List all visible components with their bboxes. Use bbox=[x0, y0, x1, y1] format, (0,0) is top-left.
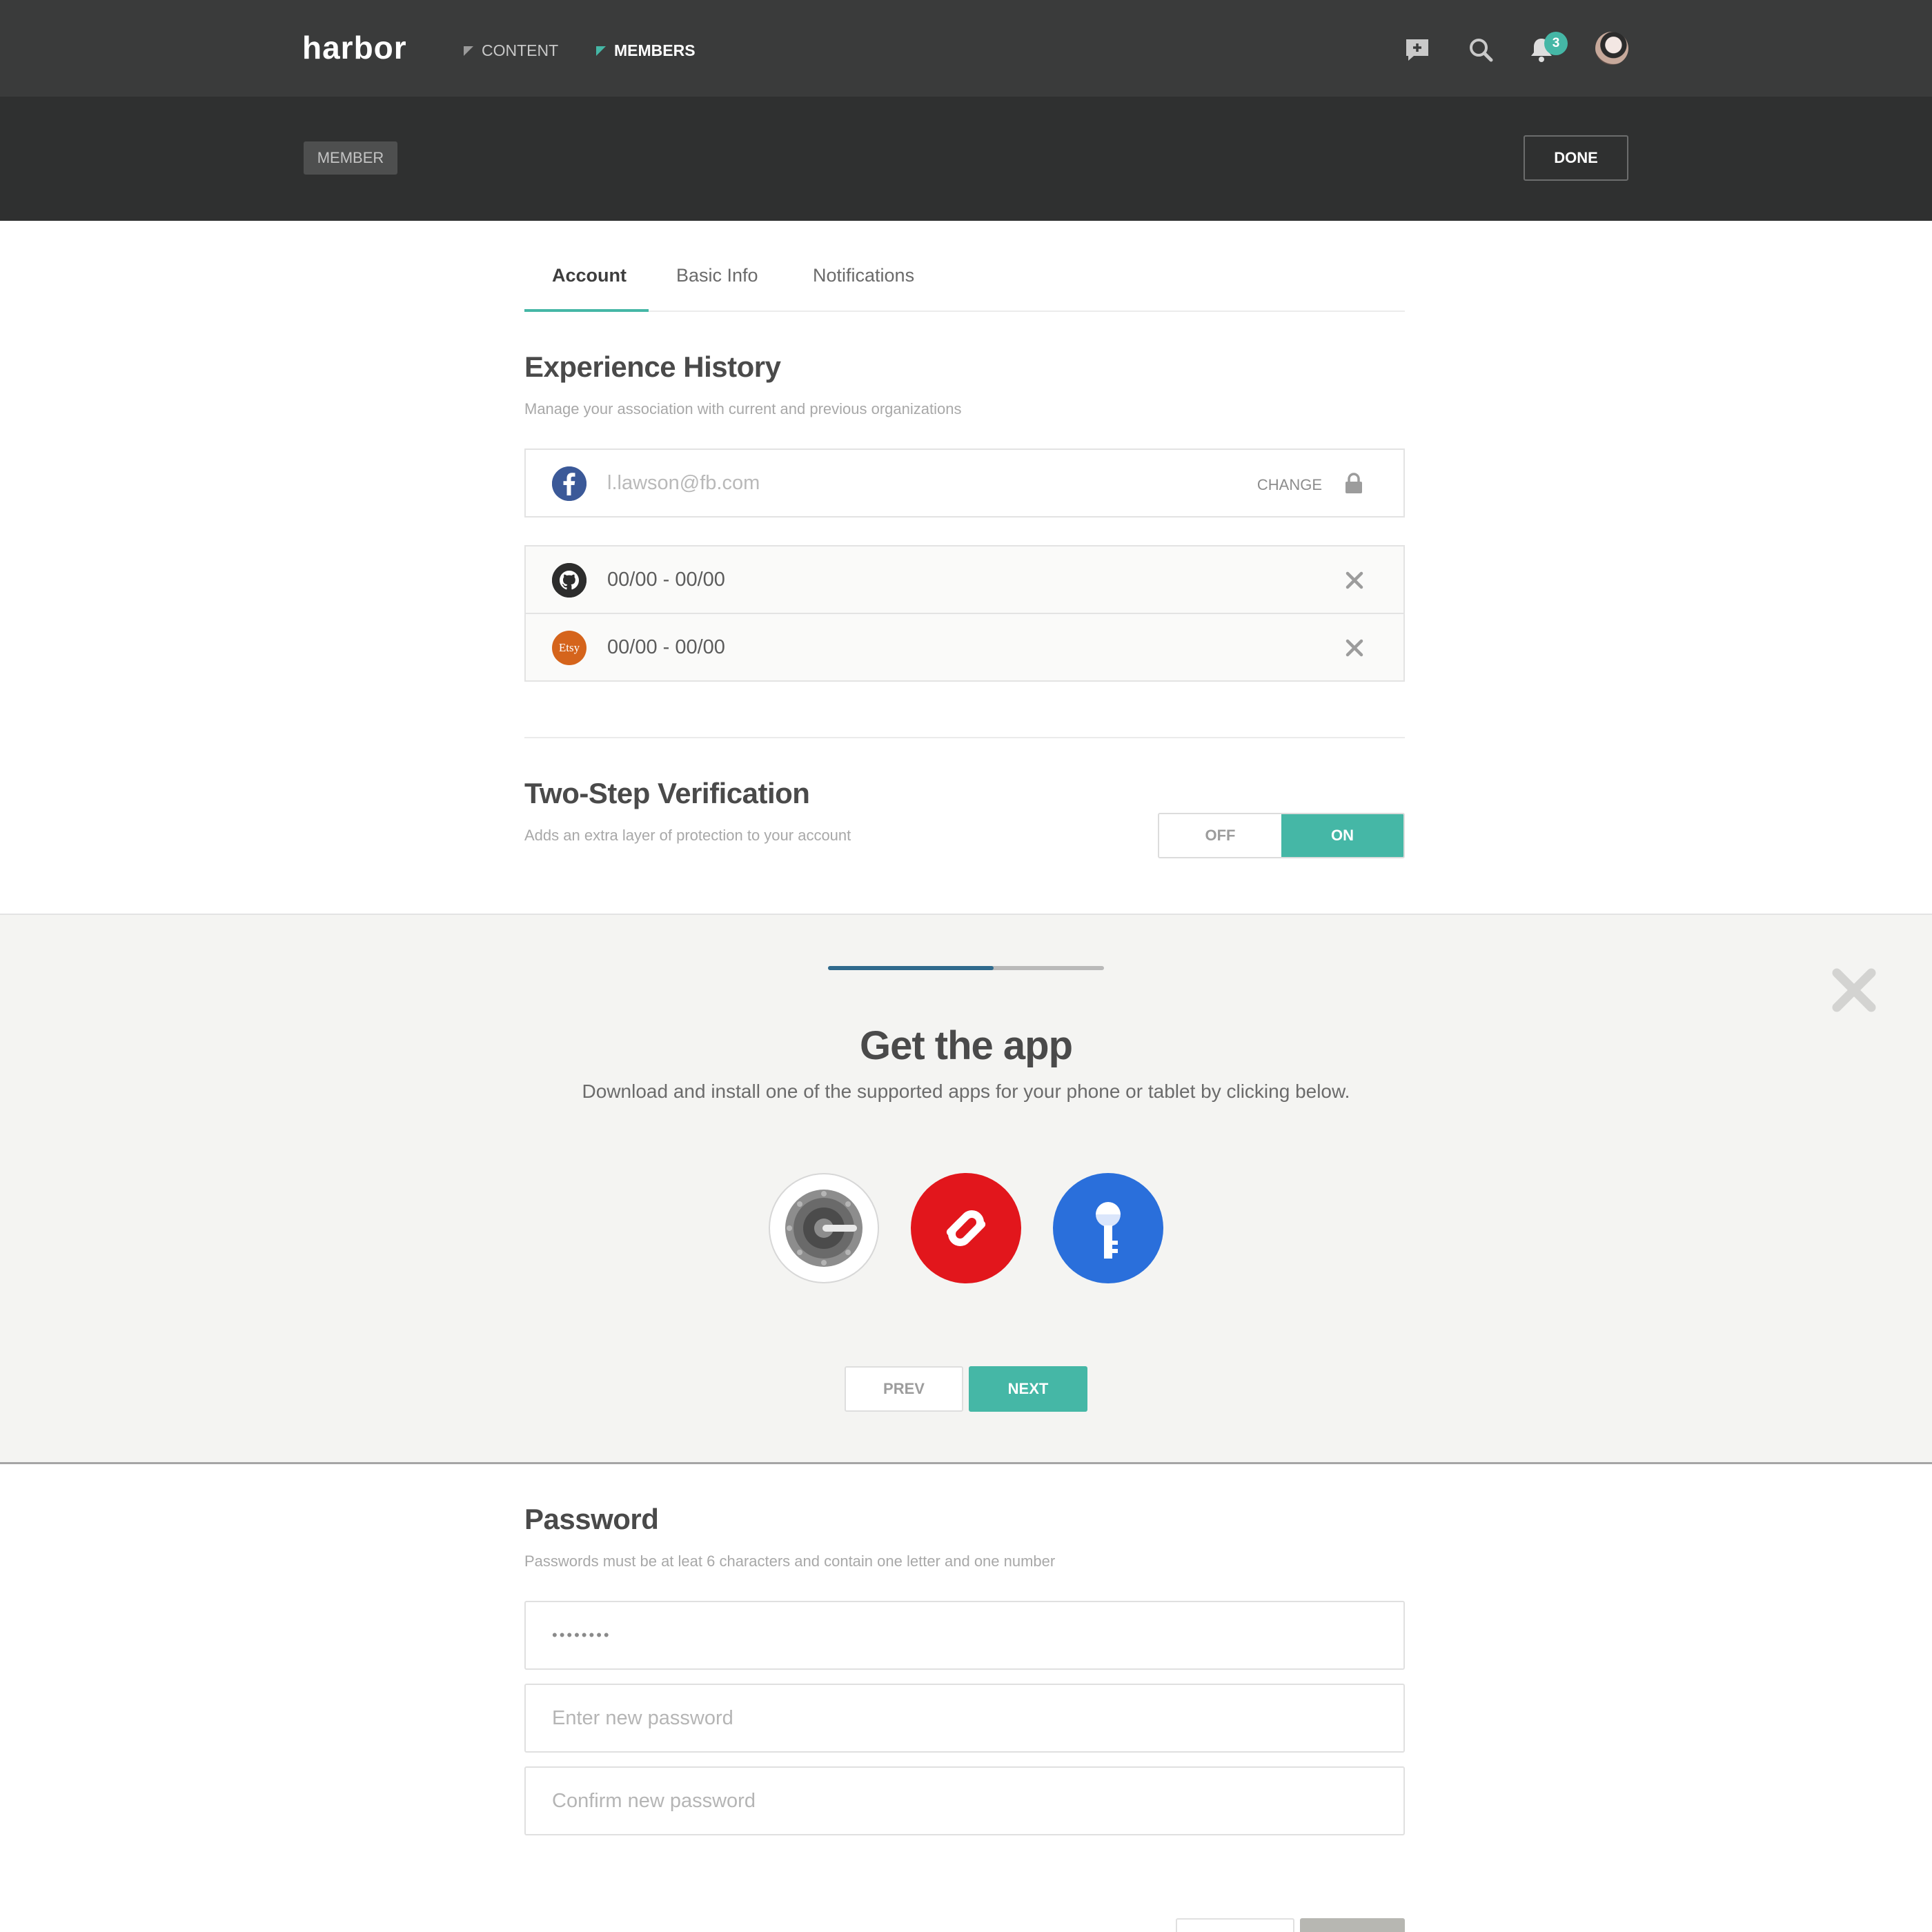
password-cancel-button[interactable] bbox=[1176, 1918, 1294, 1932]
current-password-field[interactable] bbox=[524, 1601, 1405, 1670]
notification-count-badge: 3 bbox=[1544, 32, 1568, 55]
new-post-icon[interactable] bbox=[1403, 36, 1431, 63]
avatar[interactable] bbox=[1595, 32, 1628, 65]
two-step-toggle: OFF ON bbox=[1158, 813, 1405, 858]
get-app-title: Get the app bbox=[859, 1023, 1073, 1068]
account-email: l.lawson@fb.com bbox=[607, 472, 760, 494]
toggle-on[interactable]: ON bbox=[1281, 814, 1403, 857]
close-icon[interactable] bbox=[1831, 967, 1877, 1013]
setup-progress-bar bbox=[828, 966, 1104, 970]
nav-members[interactable]: MEMBERS bbox=[596, 41, 696, 60]
setup-progress-fill bbox=[828, 966, 994, 970]
tab-notifications[interactable]: Notifications bbox=[813, 265, 914, 286]
new-password-field[interactable] bbox=[524, 1684, 1405, 1753]
experience-dates: 00/00 - 00/00 bbox=[607, 636, 725, 658]
tab-basic-info[interactable]: Basic Info bbox=[676, 265, 758, 286]
experience-entry-etsy: Etsy 00/00 - 00/00 bbox=[524, 613, 1405, 682]
page-header bbox=[0, 97, 1932, 221]
harbor-logo[interactable]: harbor bbox=[302, 29, 407, 66]
password-title: Password bbox=[524, 1503, 659, 1535]
etsy-icon: Etsy bbox=[552, 631, 586, 665]
nav-marker-icon bbox=[596, 46, 606, 56]
key-app-icon[interactable] bbox=[1053, 1173, 1163, 1283]
experience-entry-github: 00/00 - 00/00 bbox=[524, 545, 1405, 614]
password-description: Passwords must be at leat 6 characters a… bbox=[524, 1552, 1056, 1570]
experience-history-description: Manage your association with current and… bbox=[524, 400, 962, 417]
experience-history-title: Experience History bbox=[524, 351, 781, 383]
tab-account[interactable]: Account bbox=[552, 265, 627, 286]
two-step-title: Two-Step Verification bbox=[524, 777, 810, 809]
change-link[interactable]: CHANGE bbox=[1257, 476, 1322, 494]
search-icon[interactable] bbox=[1467, 36, 1495, 63]
password-save-button[interactable] bbox=[1300, 1918, 1405, 1932]
member-tag: MEMBER bbox=[304, 141, 397, 175]
lock-icon bbox=[1344, 472, 1363, 494]
confirm-password-field[interactable] bbox=[524, 1766, 1405, 1835]
prev-button[interactable]: PREV bbox=[845, 1366, 963, 1412]
remove-icon[interactable] bbox=[1344, 638, 1365, 658]
tab-bar: Account Basic Info Notifications bbox=[524, 248, 1405, 312]
done-button[interactable]: DONE bbox=[1524, 135, 1628, 181]
experience-dates: 00/00 - 00/00 bbox=[607, 569, 725, 591]
section-divider bbox=[524, 737, 1405, 738]
nav-content[interactable]: CONTENT bbox=[464, 41, 558, 60]
remove-icon[interactable] bbox=[1344, 570, 1365, 591]
nav-content-label: CONTENT bbox=[482, 41, 559, 59]
two-step-description: Adds an extra layer of protection to you… bbox=[524, 827, 851, 844]
toggle-off[interactable]: OFF bbox=[1159, 814, 1281, 857]
google-authenticator-icon[interactable] bbox=[769, 1173, 879, 1283]
get-app-description: Download and install one of the supporte… bbox=[582, 1081, 1350, 1102]
nav-members-label: MEMBERS bbox=[614, 41, 696, 59]
authy-icon[interactable] bbox=[911, 1173, 1021, 1283]
github-icon bbox=[552, 563, 586, 598]
active-tab-indicator bbox=[524, 309, 649, 312]
top-navigation-bar: harbor CONTENT MEMBERS 3 bbox=[0, 0, 1932, 97]
primary-account-row: l.lawson@fb.com CHANGE bbox=[524, 448, 1405, 518]
next-button[interactable]: NEXT bbox=[969, 1366, 1087, 1412]
nav-marker-icon bbox=[464, 46, 473, 56]
facebook-icon bbox=[552, 466, 586, 501]
